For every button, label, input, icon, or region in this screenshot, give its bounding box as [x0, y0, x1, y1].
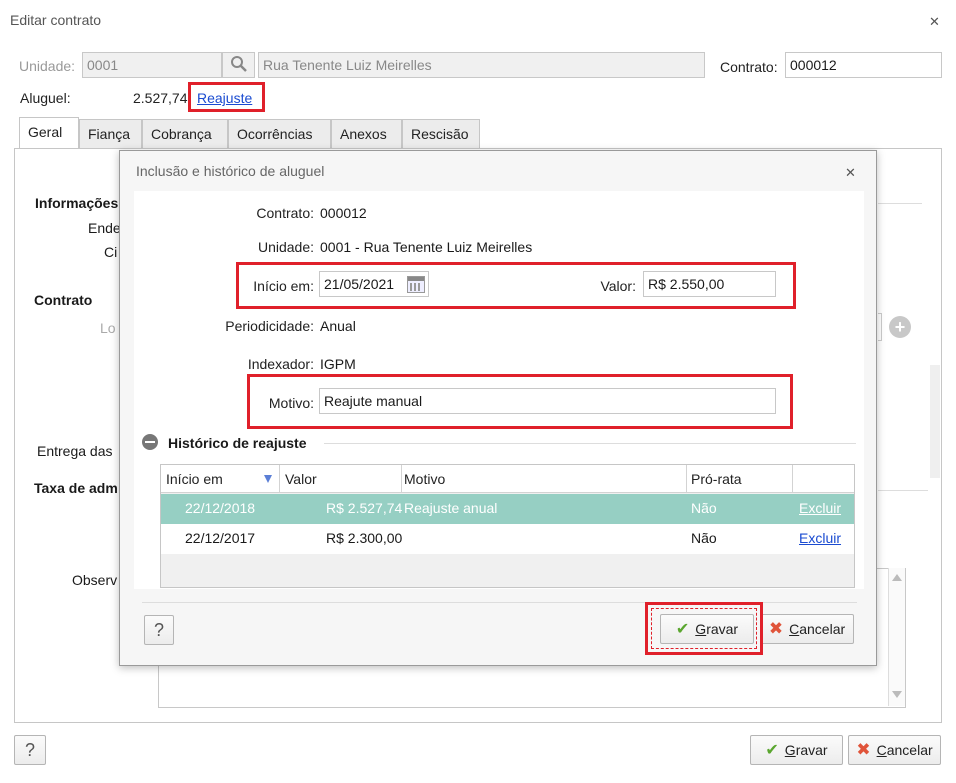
indexador-label: Indexador: — [247, 356, 314, 372]
gravar-button[interactable]: ✔ Gravar — [750, 735, 843, 765]
table-row[interactable]: 22/12/2017 R$ 2.300,00 Não Excluir — [161, 524, 854, 554]
sort-icon[interactable] — [264, 475, 272, 483]
x-icon: ✖ — [768, 619, 784, 638]
unidade-address-input[interactable]: Rua Tenente Luiz Meirelles — [258, 52, 705, 78]
unidade-label: Unidade: — [19, 58, 76, 74]
highlight-motivo — [247, 374, 793, 429]
divider — [878, 203, 922, 204]
excluir-link[interactable]: Excluir — [799, 500, 841, 516]
cancelar-label: Cancelar — [876, 742, 933, 758]
x-icon: ✖ — [856, 740, 871, 759]
dialog-cancelar-label: Cancelar — [789, 621, 846, 637]
dialog-title: Inclusão e histórico de aluguel — [136, 163, 325, 179]
highlight-inicio-valor — [236, 262, 796, 309]
aluguel-label: Aluguel: — [20, 90, 71, 106]
tab-ocorrencias[interactable]: Ocorrências — [228, 119, 331, 149]
aluguel-value: 2.527,74 — [133, 90, 188, 106]
col-prorata[interactable]: Pró-rata — [691, 471, 742, 487]
search-icon — [230, 56, 247, 72]
gravar-label: Gravar — [784, 742, 828, 758]
dialog-cancelar-button[interactable]: ✖ Cancelar — [760, 614, 854, 644]
add-circle-icon[interactable]: + — [889, 316, 911, 338]
window-title: Editar contrato — [10, 12, 102, 28]
dialog-unidade-value: 0001 - Rua Tenente Luiz Meirelles — [320, 239, 533, 255]
excluir-link[interactable]: Excluir — [799, 530, 841, 546]
dialog-help-button[interactable]: ? — [144, 615, 174, 645]
bg-label-ci: Ci — [104, 244, 118, 260]
scroll-up-icon[interactable] — [892, 574, 902, 581]
grid-header: Início em Valor Motivo Pró-rata — [161, 465, 854, 493]
dialog-unidade-label: Unidade: — [257, 239, 314, 255]
indexador-value: IGPM — [320, 356, 356, 372]
cell-inicio: 22/12/2018 — [185, 500, 256, 516]
divider — [324, 443, 856, 444]
tab-cobranca[interactable]: Cobrança — [142, 119, 228, 149]
periodicidade-label: Periodicidade: — [225, 318, 314, 334]
collapse-icon[interactable] — [142, 434, 158, 450]
dialog-close-icon[interactable]: ✕ — [845, 165, 856, 181]
dialog-contrato-value: 000012 — [320, 205, 367, 221]
col-inicio[interactable]: Início em — [166, 471, 223, 487]
highlight-gravar-inner — [651, 608, 757, 649]
cell-valor: R$ 2.527,74 — [326, 500, 403, 516]
cell-valor: R$ 2.300,00 — [326, 530, 403, 546]
tab-fianca[interactable]: Fiança — [79, 119, 142, 149]
highlight-reajuste — [188, 82, 265, 112]
cancelar-button[interactable]: ✖ Cancelar — [848, 735, 941, 765]
col-valor[interactable]: Valor — [285, 471, 317, 487]
periodicidade-value: Anual — [320, 318, 356, 334]
contrato-input[interactable]: 000012 — [785, 52, 942, 78]
observacoes-scrollbar[interactable] — [888, 568, 905, 706]
bg-label-ende: Ende — [88, 220, 121, 236]
help-icon: ? — [24, 739, 35, 760]
historico-title: Histórico de reajuste — [168, 435, 307, 451]
bg-gray-strip — [930, 365, 940, 478]
help-icon: ? — [153, 619, 164, 640]
cell-motivo: Reajuste anual — [404, 500, 498, 516]
dialog-contrato-label: Contrato: — [256, 205, 314, 221]
tab-rescisao[interactable]: Rescisão — [402, 119, 480, 149]
bg-label-lo: Lo — [100, 320, 116, 336]
divider — [878, 490, 928, 491]
tab-anexos[interactable]: Anexos — [331, 119, 402, 149]
tab-geral[interactable]: Geral — [19, 117, 79, 149]
section-contrato: Contrato — [34, 292, 93, 308]
scroll-down-icon[interactable] — [892, 691, 902, 698]
bg-label-observ: Observ — [72, 572, 118, 588]
cell-prorata: Não — [691, 530, 717, 546]
contrato-label: Contrato: — [720, 59, 778, 75]
table-row[interactable]: 22/12/2018 R$ 2.527,74 Reajuste anual Nã… — [161, 494, 854, 524]
section-informacoes: Informações — [35, 195, 119, 211]
section-taxa: Taxa de adm — [34, 480, 118, 496]
bg-label-entrega: Entrega das — [37, 443, 113, 459]
historico-grid: Início em Valor Motivo Pró-rata 22/12/20… — [160, 464, 855, 588]
window-close-icon[interactable]: ✕ — [929, 14, 940, 30]
unidade-code-input[interactable]: 0001 — [82, 52, 222, 78]
unidade-search-button[interactable] — [222, 52, 255, 78]
col-motivo[interactable]: Motivo — [404, 471, 445, 487]
bg-field-edge — [878, 313, 882, 341]
check-icon: ✔ — [765, 742, 779, 759]
cell-inicio: 22/12/2017 — [185, 530, 256, 546]
cell-prorata: Não — [691, 500, 717, 516]
help-button[interactable]: ? — [14, 735, 46, 765]
